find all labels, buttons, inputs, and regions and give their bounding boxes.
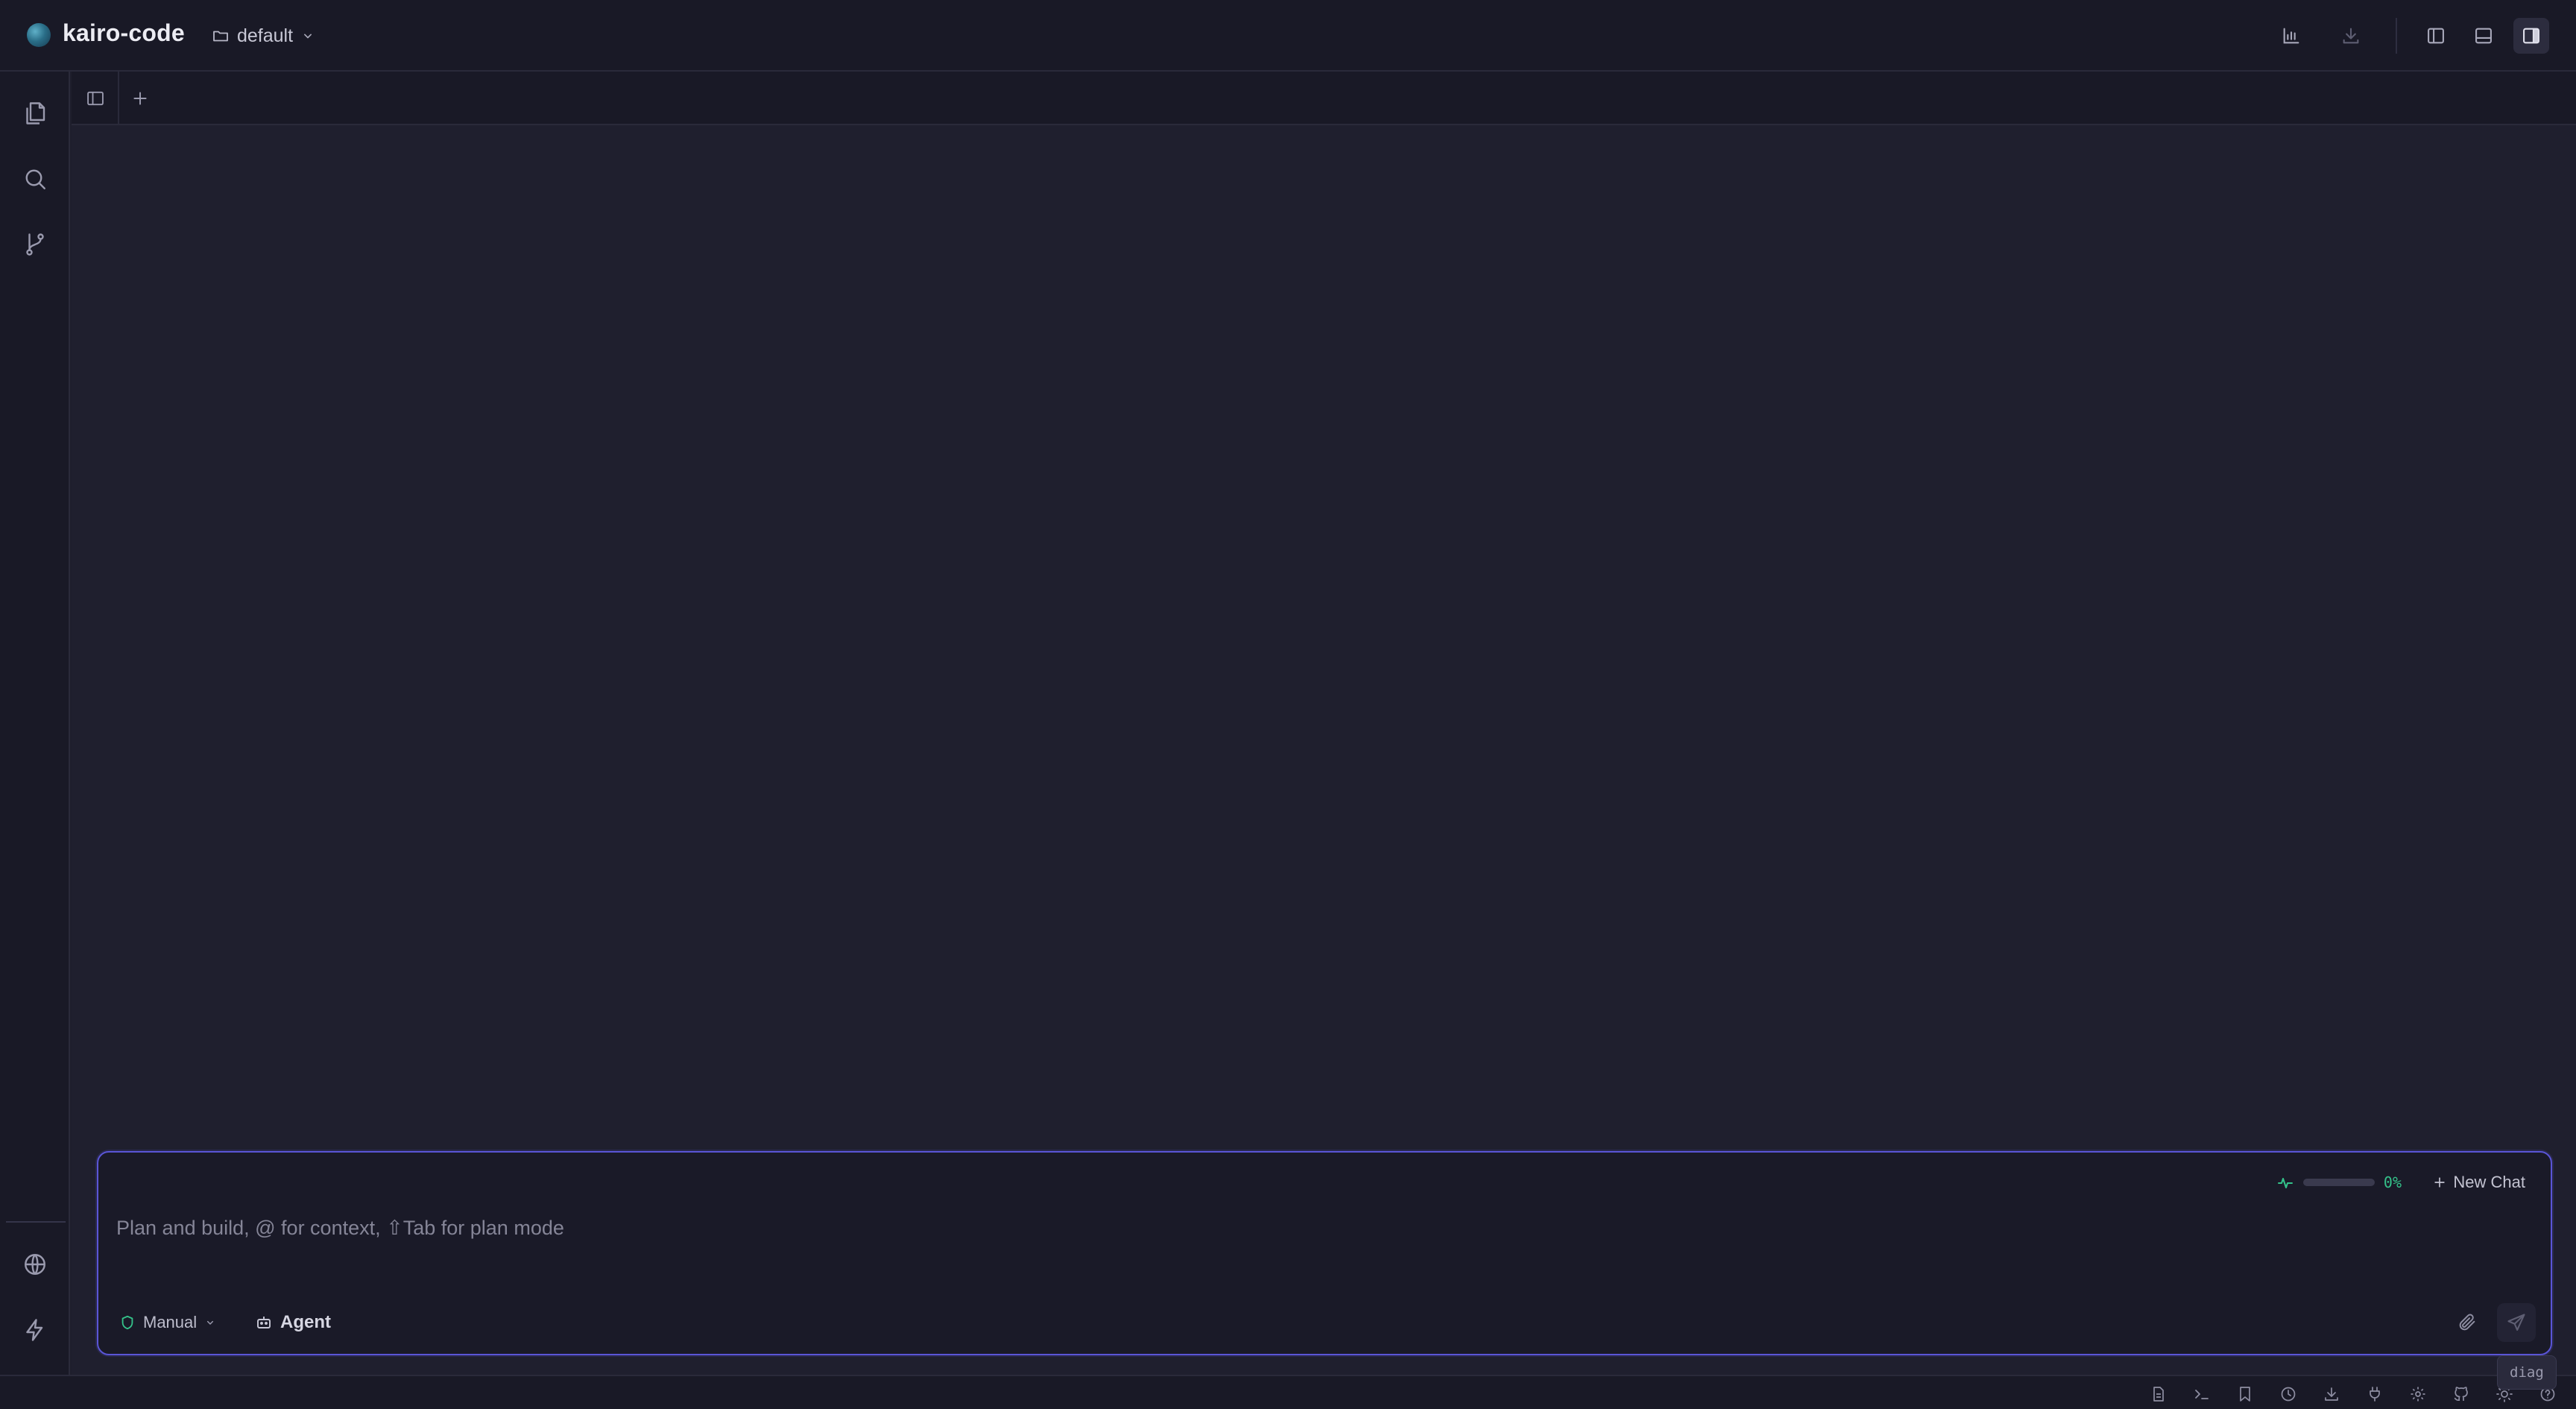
approval-mode-selector[interactable]: Manual xyxy=(119,1308,216,1337)
left-panel-icon[interactable] xyxy=(2418,18,2454,54)
plus-icon xyxy=(2434,1177,2446,1188)
project-name: default xyxy=(237,25,294,46)
activity-icon xyxy=(2277,1178,2293,1188)
search-icon[interactable] xyxy=(17,161,53,197)
bottom-panel-icon[interactable] xyxy=(2466,18,2501,54)
project-selector[interactable]: default xyxy=(212,21,315,51)
tab-strip-divider xyxy=(118,72,119,125)
attach-icon[interactable] xyxy=(2452,1308,2482,1337)
github-icon[interactable] xyxy=(2449,1382,2473,1406)
chat-composer: 0% New Chat Manual Agent xyxy=(97,1151,2552,1355)
app-logo-icon xyxy=(27,23,51,47)
activity-bar-separator xyxy=(6,1221,66,1223)
files-icon[interactable] xyxy=(17,95,53,131)
bookmark-icon[interactable] xyxy=(2233,1382,2257,1406)
lightning-icon[interactable] xyxy=(17,1312,53,1348)
download-icon[interactable] xyxy=(2333,18,2369,54)
context-usage-bar xyxy=(2302,1179,2375,1186)
app-window: kairo-code default 0% New Chat Plan and … xyxy=(0,0,2576,1409)
chevron-down-icon xyxy=(207,1320,214,1325)
folder-icon xyxy=(213,31,228,42)
right-panel-icon[interactable] xyxy=(2513,18,2549,54)
settings-icon[interactable] xyxy=(2406,1382,2430,1406)
git-branch-icon[interactable] xyxy=(17,227,53,262)
globe-icon[interactable] xyxy=(17,1246,53,1282)
chart-icon[interactable] xyxy=(2273,18,2309,54)
new-chat-label: New Chat xyxy=(2453,1173,2525,1191)
document-icon[interactable] xyxy=(2147,1382,2171,1406)
titlebar-separator xyxy=(2396,18,2397,54)
context-usage: 0% xyxy=(2276,1167,2402,1197)
download-icon[interactable] xyxy=(2320,1382,2343,1406)
chevron-down-icon xyxy=(304,34,312,39)
context-usage-percent: 0% xyxy=(2383,1173,2402,1191)
plug-icon[interactable] xyxy=(2363,1382,2387,1406)
tab-strip xyxy=(72,72,2576,125)
add-tab-icon[interactable] xyxy=(122,81,158,116)
robot-icon xyxy=(257,1317,271,1328)
title-bar: kairo-code default xyxy=(0,0,2576,72)
chat-input[interactable] xyxy=(116,1209,2278,1246)
agent-label: Agent xyxy=(280,1312,331,1332)
activity-bar xyxy=(0,72,70,1375)
agent-button[interactable]: Agent xyxy=(255,1308,331,1337)
toggle-sidebar-icon[interactable] xyxy=(78,81,113,116)
shield-icon xyxy=(121,1315,133,1330)
status-bar xyxy=(0,1375,2576,1409)
approval-mode-label: Manual xyxy=(143,1313,198,1331)
terminal-icon[interactable] xyxy=(2190,1382,2214,1406)
send-icon[interactable] xyxy=(2497,1303,2536,1342)
app-title: kairo-code xyxy=(63,19,185,46)
clock-icon[interactable] xyxy=(2276,1382,2300,1406)
new-chat-button[interactable]: New Chat xyxy=(2432,1167,2525,1197)
diag-badge[interactable]: diag xyxy=(2497,1355,2557,1390)
